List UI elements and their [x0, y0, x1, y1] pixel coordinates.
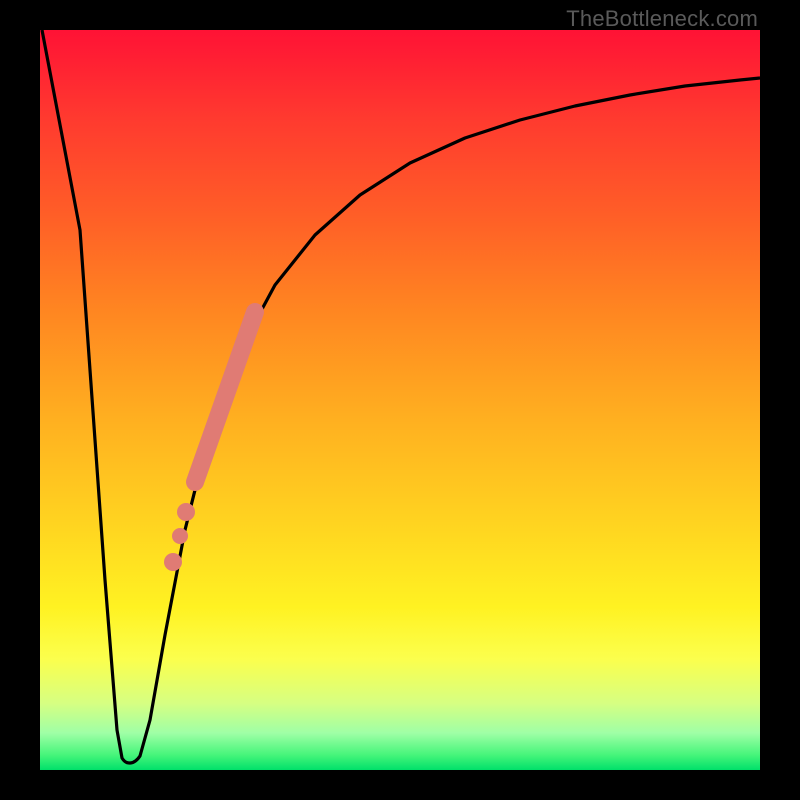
highlight-dot-2 — [172, 528, 188, 544]
chart-frame: TheBottleneck.com — [0, 0, 800, 800]
highlight-dot-1 — [177, 503, 195, 521]
highlight-segment-line — [195, 312, 255, 482]
plot-area — [40, 30, 760, 770]
curve-svg — [40, 30, 760, 770]
highlight-dot-3 — [164, 553, 182, 571]
watermark-text: TheBottleneck.com — [566, 6, 758, 32]
bottleneck-curve-path — [42, 30, 760, 763]
